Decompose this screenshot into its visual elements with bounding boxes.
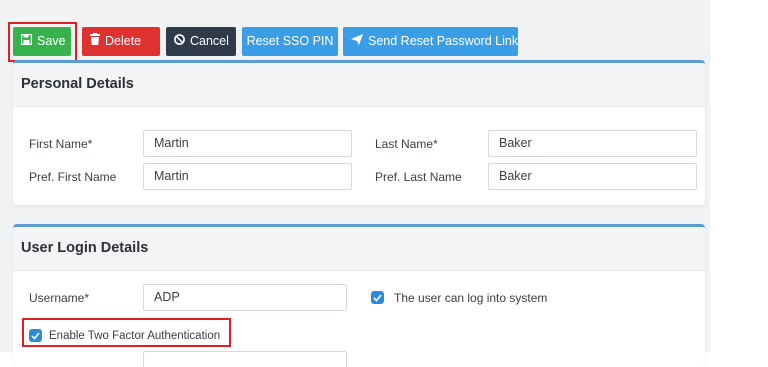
reset-sso-pin-button[interactable]: Reset SSO PIN — [242, 27, 338, 56]
last-name-label: Last Name* — [375, 137, 438, 151]
send-reset-password-button[interactable]: Send Reset Password Link — [343, 27, 518, 56]
can-login-label: The user can log into system — [394, 291, 548, 305]
trash-icon — [90, 27, 100, 56]
pref-last-name-label: Pref. Last Name — [375, 170, 462, 184]
username-field[interactable]: ADP — [143, 284, 347, 311]
cancel-label: Cancel — [190, 34, 229, 48]
cancel-button[interactable]: Cancel — [166, 27, 236, 56]
pref-last-name-field[interactable]: Baker — [488, 163, 697, 190]
delete-button[interactable]: Delete — [82, 27, 160, 56]
delete-label: Delete — [105, 34, 142, 48]
pref-first-name-field[interactable]: Martin — [143, 163, 352, 190]
two-factor-highlight — [22, 318, 231, 347]
first-name-field[interactable]: Martin — [143, 130, 352, 157]
can-login-checkbox[interactable] — [371, 291, 384, 304]
user-login-details-title: User Login Details — [13, 227, 705, 271]
next-field-partial[interactable] — [143, 351, 347, 367]
personal-details-panel: Personal Details First Name* Martin Last… — [13, 60, 705, 205]
pref-first-name-label: Pref. First Name — [29, 170, 117, 184]
first-name-label: First Name* — [29, 137, 93, 151]
last-name-field[interactable]: Baker — [488, 130, 697, 157]
reset-sso-label: Reset SSO PIN — [246, 34, 334, 48]
send-reset-label: Send Reset Password Link — [368, 34, 519, 48]
paper-plane-icon — [351, 27, 363, 56]
save-button-highlight — [8, 22, 77, 62]
checkmark-icon — [373, 289, 382, 307]
username-label: Username* — [29, 291, 90, 305]
ban-icon — [174, 27, 185, 56]
personal-details-title: Personal Details — [13, 63, 705, 107]
